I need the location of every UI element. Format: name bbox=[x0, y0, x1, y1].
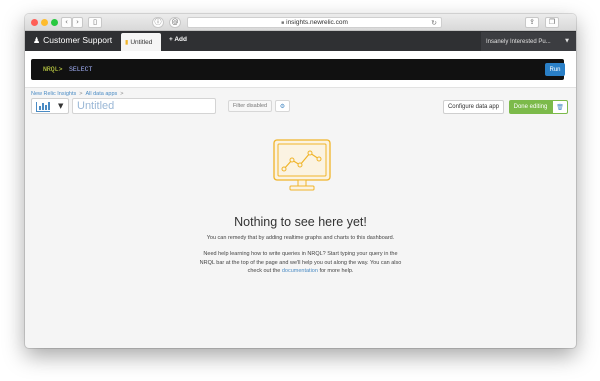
monitor-chart-icon bbox=[273, 139, 331, 191]
breadcrumb-separator: > bbox=[79, 91, 83, 97]
nrql-query-input[interactable]: SELECT bbox=[69, 66, 92, 73]
app-header: ♟ Customer Support ▮ Untitled + Add Insa… bbox=[25, 31, 576, 51]
tab-untitled[interactable]: ▮ Untitled bbox=[121, 33, 161, 51]
bar-chart-icon: ▮ bbox=[125, 38, 129, 46]
help-text-end: for more help. bbox=[319, 268, 354, 274]
forward-arrow-icon[interactable]: › bbox=[72, 17, 83, 28]
bar-chart-icon bbox=[36, 102, 50, 112]
address-bar[interactable]: ■ insights.newrelic.com ↻ bbox=[187, 17, 442, 28]
account-switcher[interactable]: Insanely Interested Pu... ▼ bbox=[481, 32, 576, 51]
at-sign-icon[interactable]: @ bbox=[169, 17, 181, 28]
chart-type-select[interactable]: ▼ bbox=[31, 98, 69, 114]
chevron-down-icon: ▼ bbox=[58, 102, 64, 110]
close-window-button[interactable] bbox=[31, 19, 38, 26]
reload-icon[interactable]: ↻ bbox=[431, 19, 437, 27]
tabs-overview-icon[interactable]: ❐ bbox=[545, 17, 559, 28]
minimize-window-button[interactable] bbox=[41, 19, 48, 26]
browser-window: ‹ › ▯ ⓘ @ ■ insights.newrelic.com ↻ ⇪ ❐ … bbox=[25, 14, 576, 348]
empty-state-heading: Nothing to see here yet! bbox=[234, 215, 367, 229]
sidebar-icon[interactable]: ▯ bbox=[88, 17, 102, 28]
breadcrumb-insights[interactable]: New Relic Insights bbox=[31, 91, 76, 97]
maximize-window-button[interactable] bbox=[51, 19, 58, 26]
chevron-down-icon: ▼ bbox=[565, 38, 569, 44]
add-tab-button[interactable]: + Add bbox=[169, 36, 187, 43]
lock-icon: ■ bbox=[281, 19, 285, 26]
nrql-query-bar[interactable]: NRQL> SELECT Run bbox=[31, 59, 565, 80]
nrql-prompt: NRQL> bbox=[43, 66, 63, 73]
brand-label: Customer Support bbox=[43, 35, 113, 45]
configure-data-app-button[interactable]: Configure data app bbox=[443, 100, 504, 114]
account-name: Insanely Interested Pu... bbox=[486, 38, 551, 45]
breadcrumb: New Relic Insights > All data apps > bbox=[31, 91, 127, 97]
browser-toolbar: ‹ › ▯ ⓘ @ ■ insights.newrelic.com ↻ ⇪ ❐ bbox=[25, 14, 576, 31]
empty-state-line1: You can remedy that by adding realtime g… bbox=[206, 235, 395, 241]
share-icon[interactable]: ⇪ bbox=[525, 17, 539, 28]
empty-state-help: Need help learning how to write queries … bbox=[198, 250, 403, 276]
info-icon[interactable]: ⓘ bbox=[152, 17, 164, 28]
documentation-link[interactable]: documentation bbox=[282, 268, 318, 274]
breadcrumb-separator: > bbox=[120, 91, 124, 97]
gear-icon[interactable]: ⚙ bbox=[275, 100, 290, 112]
done-editing-button[interactable]: Done editing bbox=[509, 100, 552, 114]
shirt-icon: ♟ bbox=[33, 35, 41, 45]
breadcrumb-all-data-apps[interactable]: All data apps bbox=[85, 91, 117, 97]
address-bar-url: insights.newrelic.com bbox=[286, 19, 348, 26]
tab-label: Untitled bbox=[130, 38, 153, 46]
dashboard-title-input[interactable]: Untitled bbox=[72, 98, 216, 114]
run-button[interactable]: Run bbox=[545, 63, 565, 76]
trash-icon[interactable]: 🗑 bbox=[552, 100, 568, 114]
back-arrow-icon[interactable]: ‹ bbox=[61, 17, 72, 28]
filter-button[interactable]: Filter disabled bbox=[228, 100, 272, 112]
brand[interactable]: ♟ Customer Support bbox=[33, 35, 112, 45]
